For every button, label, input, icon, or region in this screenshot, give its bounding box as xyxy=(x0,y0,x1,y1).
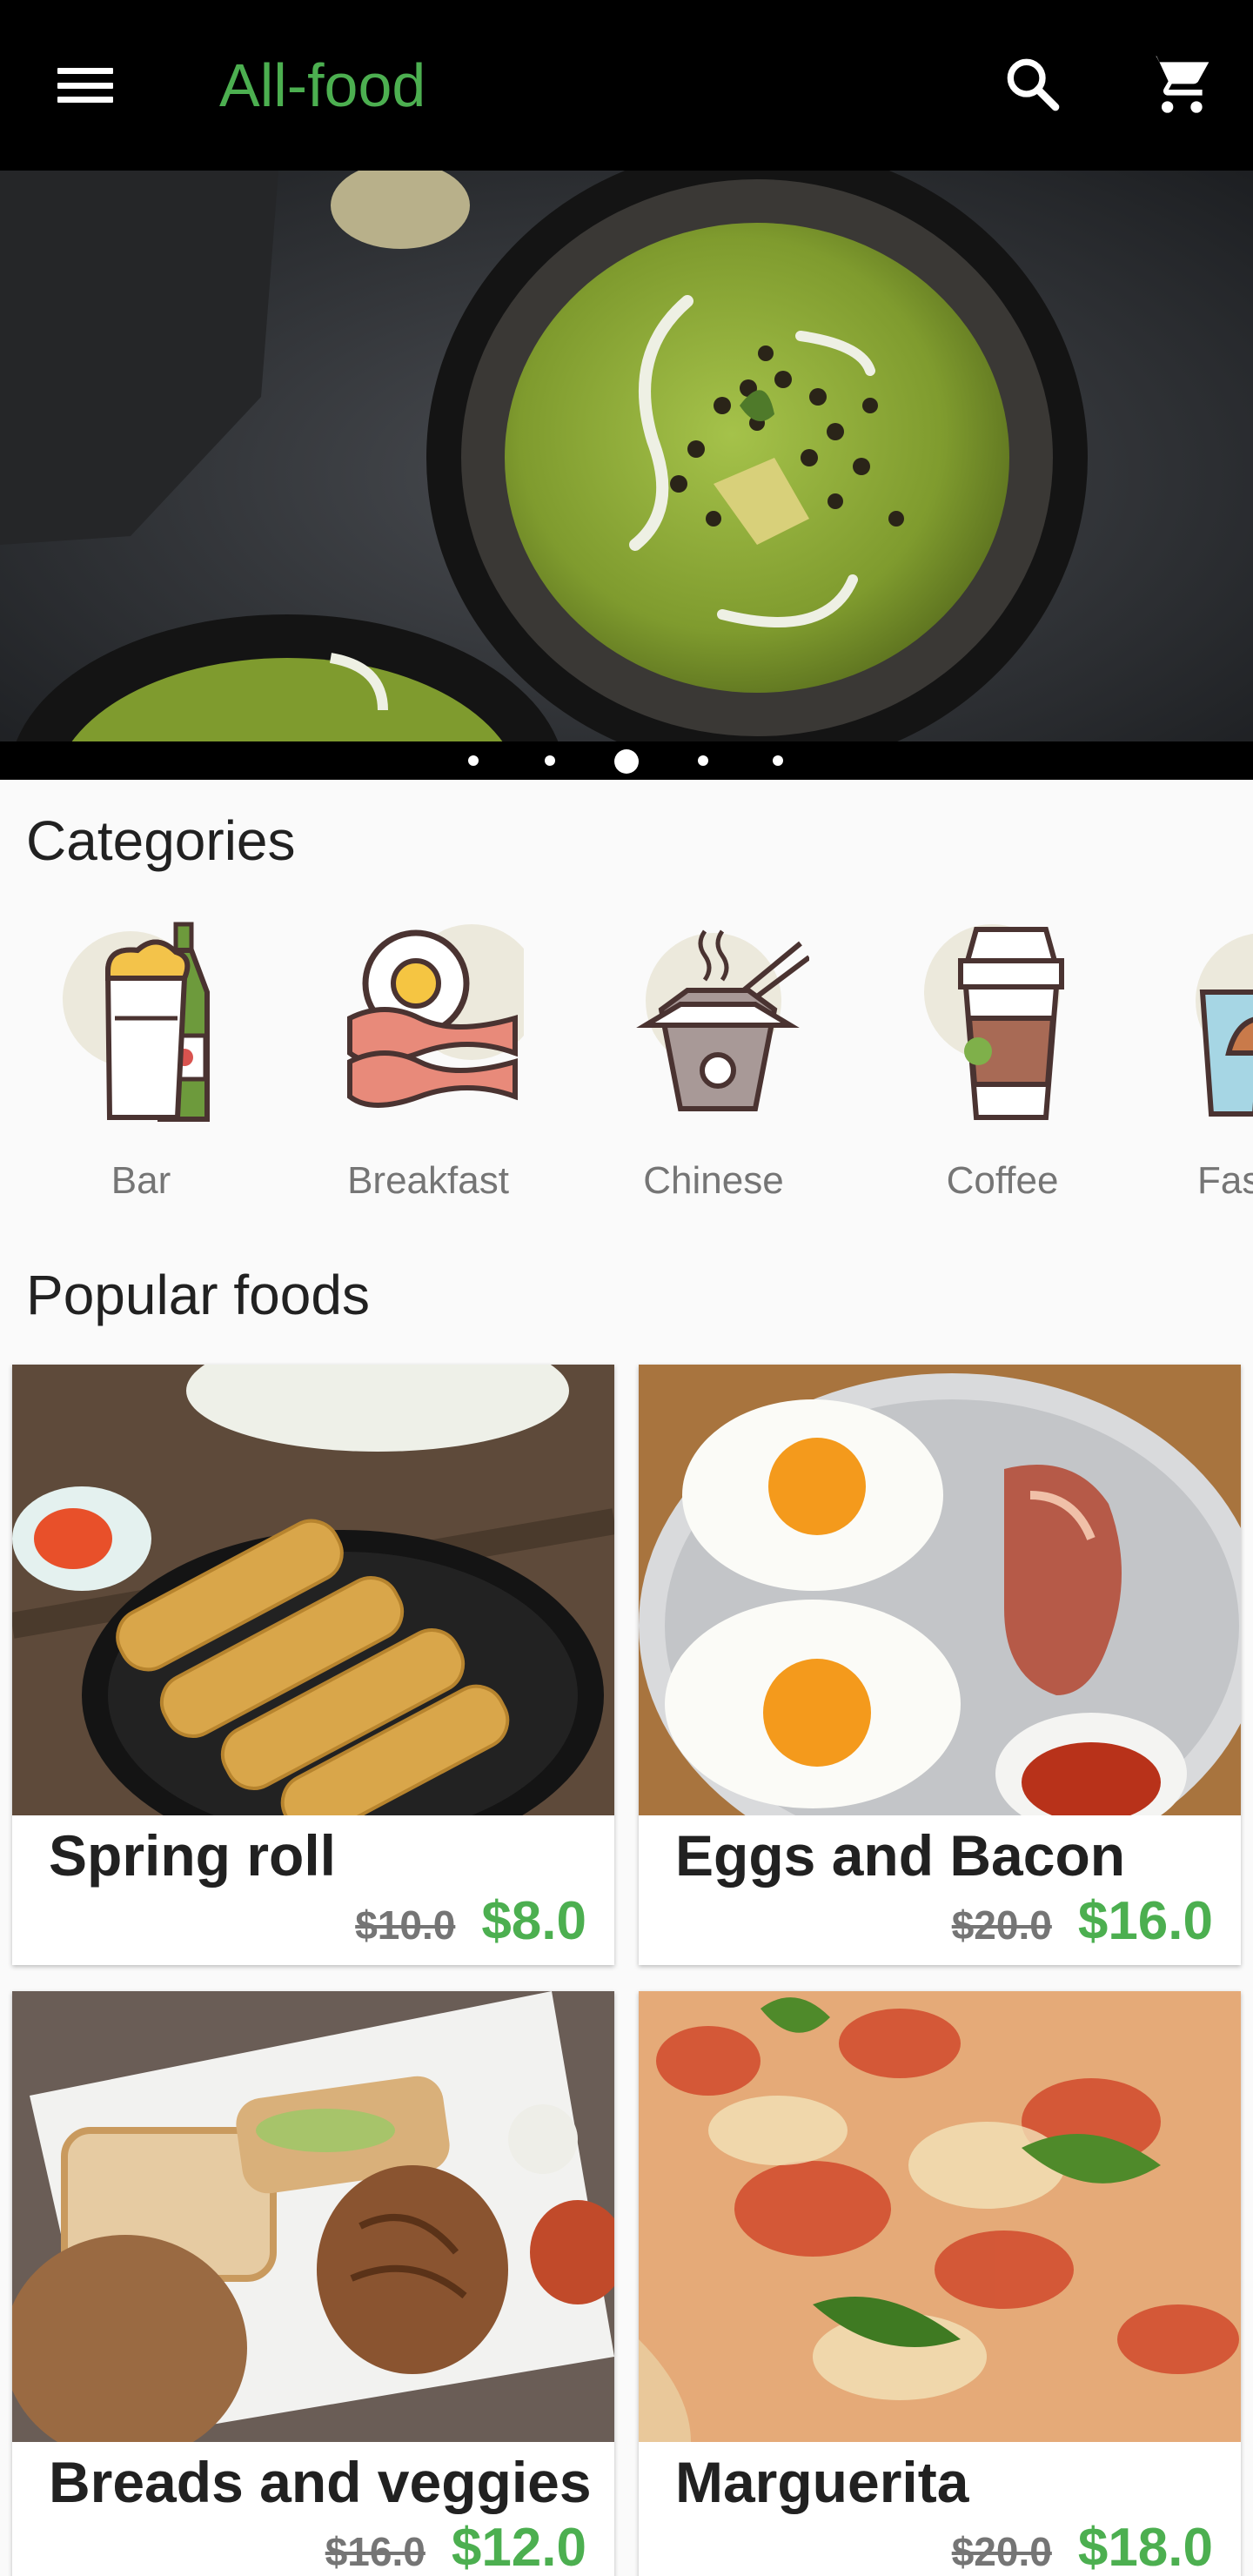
fast-food-icon xyxy=(1196,933,1253,1117)
price: $16.0 xyxy=(1077,1891,1213,1951)
carousel-dot-active[interactable] xyxy=(614,749,639,774)
food-card[interactable]: Spring roll $10.0 $8.0 xyxy=(12,1365,614,1965)
carousel-dot[interactable] xyxy=(468,755,479,766)
price: $8.0 xyxy=(481,1891,586,1951)
food-prices: $10.0 $8.0 xyxy=(355,1890,586,1952)
old-price: $20.0 xyxy=(951,1902,1052,1948)
food-card[interactable]: Breads and veggies $16.0 $12.0 xyxy=(12,1991,614,2576)
price: $18.0 xyxy=(1077,2518,1213,2576)
cart-icon[interactable] xyxy=(1140,50,1218,120)
food-image xyxy=(639,1991,1241,2442)
category-fast-food[interactable]: Fas xyxy=(1163,914,1253,1218)
menu-icon[interactable] xyxy=(47,56,124,115)
app-bar: All-food xyxy=(0,0,1253,171)
noodle-box-icon xyxy=(636,929,809,1111)
categories-heading: Categories xyxy=(26,809,296,872)
carousel-dot[interactable] xyxy=(698,755,708,766)
food-card[interactable]: Marguerita $20.0 $18.0 xyxy=(639,1991,1241,2576)
category-chinese[interactable]: Chinese xyxy=(592,914,835,1218)
food-image xyxy=(12,1365,614,1815)
category-breakfast[interactable]: Breakfast xyxy=(306,914,550,1218)
category-label: Chinese xyxy=(643,1159,784,1202)
category-label: Bar xyxy=(111,1159,171,1202)
food-name: Spring roll xyxy=(49,1823,336,1888)
food-name: Eggs and Bacon xyxy=(675,1823,1126,1888)
food-name: Marguerita xyxy=(675,2450,969,2514)
food-prices: $20.0 $18.0 xyxy=(952,2517,1213,2576)
food-image xyxy=(12,1991,614,2442)
beer-bottle-icon xyxy=(63,922,210,1122)
category-coffee[interactable]: Coffee xyxy=(881,914,1124,1218)
category-label: Fas xyxy=(1197,1159,1253,1202)
category-label: Coffee xyxy=(946,1159,1059,1202)
soup-image xyxy=(0,171,1253,780)
food-prices: $16.0 $12.0 xyxy=(325,2517,586,2576)
old-price: $16.0 xyxy=(325,2529,425,2574)
food-prices: $20.0 $16.0 xyxy=(952,1890,1213,1952)
coffee-cup-icon xyxy=(924,924,1064,1120)
egg-bacon-icon xyxy=(347,924,524,1108)
search-icon[interactable] xyxy=(999,50,1069,120)
app-title: All-food xyxy=(219,51,426,119)
food-name: Breads and veggies xyxy=(49,2450,592,2514)
category-bar[interactable]: Bar xyxy=(19,914,263,1218)
old-price: $20.0 xyxy=(951,2529,1052,2574)
category-label: Breakfast xyxy=(347,1159,509,1202)
food-card[interactable]: Eggs and Bacon $20.0 $16.0 xyxy=(639,1365,1241,1965)
price: $12.0 xyxy=(451,2518,586,2576)
carousel-dot[interactable] xyxy=(545,755,555,766)
old-price: $10.0 xyxy=(355,1902,456,1948)
carousel-indicator xyxy=(0,741,1253,780)
food-image xyxy=(639,1365,1241,1815)
popular-heading: Popular foods xyxy=(26,1264,370,1326)
carousel-dot[interactable] xyxy=(773,755,783,766)
hero-banner[interactable] xyxy=(0,171,1253,780)
